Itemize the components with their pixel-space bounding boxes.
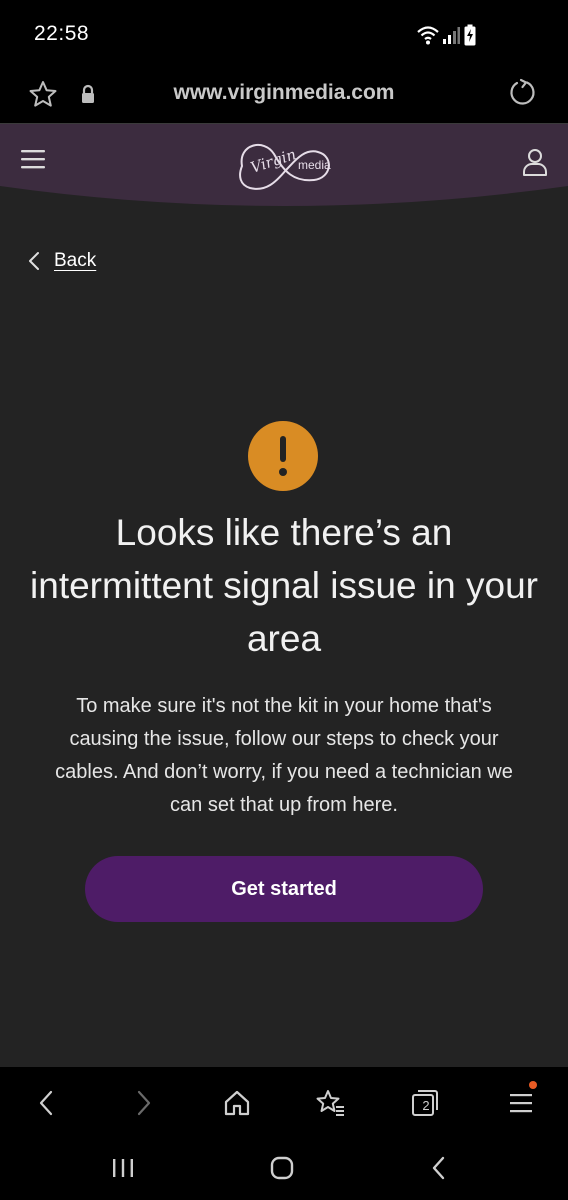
status-icons bbox=[416, 24, 476, 46]
logo-media-text: media bbox=[298, 158, 331, 172]
screen: 22:58 www.virginmedia.com Virgin media B… bbox=[0, 0, 568, 1200]
wifi-icon bbox=[417, 26, 439, 45]
browser-bookmarks-button[interactable] bbox=[312, 1085, 348, 1121]
page-description: To make sure it's not the kit in your ho… bbox=[55, 695, 513, 816]
status-bar: 22:58 bbox=[0, 0, 568, 64]
browser-home-button[interactable] bbox=[219, 1085, 255, 1121]
back-nav-icon[interactable] bbox=[428, 1155, 450, 1181]
home-icon bbox=[224, 1090, 250, 1116]
account-person-icon[interactable] bbox=[522, 148, 548, 176]
browser-forward-button[interactable] bbox=[126, 1085, 162, 1121]
back-link-label: Back bbox=[54, 250, 97, 271]
hamburger-menu-icon[interactable] bbox=[20, 148, 46, 170]
tabs-count: 2 bbox=[422, 1097, 430, 1113]
url-text[interactable]: www.virginmedia.com bbox=[0, 81, 568, 105]
battery-charging-icon bbox=[464, 24, 476, 46]
alert-mark-bar bbox=[280, 436, 286, 462]
menu-lines-icon bbox=[510, 1094, 532, 1113]
chevron-left-icon bbox=[29, 252, 39, 270]
back-link[interactable]: Back bbox=[28, 246, 96, 276]
recent-apps-icon[interactable] bbox=[110, 1155, 136, 1181]
page-headline: Looks like there’s an intermittent signa… bbox=[30, 512, 538, 659]
arrow-forward-icon bbox=[137, 1090, 151, 1116]
home-nav-icon[interactable] bbox=[268, 1155, 296, 1181]
system-navigation-bar bbox=[0, 1137, 568, 1200]
browser-tabs-button[interactable]: 2 bbox=[407, 1085, 443, 1121]
browser-back-button[interactable] bbox=[28, 1085, 64, 1121]
browser-toolbar: 2 bbox=[0, 1067, 568, 1137]
get-started-button[interactable]: Get started bbox=[85, 856, 483, 922]
browser-menu-button[interactable] bbox=[503, 1081, 539, 1121]
bookmarks-star-list-icon bbox=[316, 1090, 344, 1116]
notification-dot bbox=[529, 1081, 537, 1089]
signal-icon bbox=[443, 27, 460, 44]
alert-mark-dot bbox=[279, 468, 287, 476]
reload-icon[interactable] bbox=[508, 78, 538, 108]
exclamation-alert-icon bbox=[248, 421, 318, 491]
site-header: Virgin media bbox=[0, 124, 568, 210]
arrow-back-icon bbox=[39, 1090, 53, 1116]
status-time: 22:58 bbox=[34, 22, 90, 45]
browser-address-bar: www.virginmedia.com bbox=[0, 64, 568, 124]
virgin-media-logo[interactable]: Virgin media bbox=[234, 134, 336, 196]
